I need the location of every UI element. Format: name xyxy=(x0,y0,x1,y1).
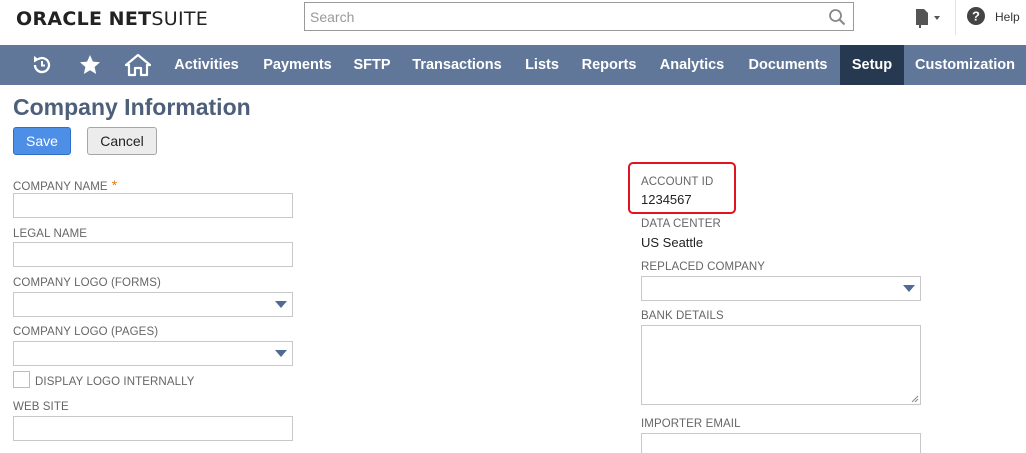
company-logo-forms-label: COMPANY LOGO (FORMS) xyxy=(13,277,161,289)
home-icon[interactable] xyxy=(120,45,156,85)
help-link[interactable]: Help xyxy=(995,10,1020,24)
create-new-icon[interactable] xyxy=(913,6,943,30)
recent-records-icon[interactable] xyxy=(24,45,60,85)
search-icon[interactable] xyxy=(828,8,846,26)
global-search-box[interactable] xyxy=(304,2,854,31)
svg-text:?: ? xyxy=(972,9,980,24)
resize-handle-icon[interactable] xyxy=(911,395,919,403)
web-site-label: WEB SITE xyxy=(13,401,69,413)
dropdown-caret-icon[interactable] xyxy=(275,301,287,308)
top-header: ORACLE NETSUITE ? Help xyxy=(0,0,1026,45)
main-navbar: Activities Payments SFTP Transactions Li… xyxy=(0,45,1026,85)
company-name-label: COMPANY NAME * xyxy=(13,177,118,193)
favorites-star-icon[interactable] xyxy=(72,45,108,85)
display-logo-internally-checkbox[interactable] xyxy=(13,371,30,388)
data-center-value: US Seattle xyxy=(641,235,704,250)
dropdown-caret-icon[interactable] xyxy=(275,350,287,357)
nav-payments[interactable]: Payments xyxy=(251,45,344,85)
help-icon[interactable]: ? xyxy=(967,7,985,25)
legal-name-label: LEGAL NAME xyxy=(13,228,88,240)
nav-lists[interactable]: Lists xyxy=(514,45,570,85)
company-logo-pages-select[interactable] xyxy=(13,341,293,366)
nav-customization[interactable]: Customization xyxy=(904,45,1026,85)
web-site-field[interactable] xyxy=(13,416,293,441)
bank-details-textarea[interactable] xyxy=(641,325,921,405)
company-logo-pages-label: COMPANY LOGO (PAGES) xyxy=(13,326,159,338)
account-id-highlight-box xyxy=(628,162,736,214)
netsuite-logo[interactable]: ORACLE NETSUITE xyxy=(16,8,208,30)
header-divider xyxy=(955,0,956,35)
data-center-label: DATA CENTER xyxy=(641,218,721,230)
nav-reports[interactable]: Reports xyxy=(570,45,648,85)
logo-suite-text: SUITE xyxy=(151,8,209,30)
cancel-button[interactable]: Cancel xyxy=(87,127,157,155)
nav-analytics[interactable]: Analytics xyxy=(648,45,736,85)
bank-details-label: BANK DETAILS xyxy=(641,310,724,322)
nav-setup[interactable]: Setup xyxy=(840,45,904,85)
nav-sftp[interactable]: SFTP xyxy=(344,45,400,85)
legal-name-field[interactable] xyxy=(13,242,293,267)
importer-email-label: IMPORTER EMAIL xyxy=(641,418,741,430)
logo-oracle-text: ORACLE xyxy=(16,8,103,30)
logo-net-text: NET xyxy=(108,8,152,30)
company-name-field[interactable] xyxy=(13,193,293,218)
company-logo-forms-select[interactable] xyxy=(13,292,293,317)
importer-email-field[interactable] xyxy=(641,433,921,453)
replaced-company-label: REPLACED COMPANY xyxy=(641,261,766,273)
display-logo-internally-label: DISPLAY LOGO INTERNALLY xyxy=(35,376,195,388)
page-title: Company Information xyxy=(13,94,251,120)
nav-documents[interactable]: Documents xyxy=(736,45,840,85)
nav-activities[interactable]: Activities xyxy=(162,45,251,85)
search-input[interactable] xyxy=(305,3,825,30)
required-marker: * xyxy=(111,177,118,193)
dropdown-caret-icon[interactable] xyxy=(903,285,915,292)
nav-transactions[interactable]: Transactions xyxy=(400,45,514,85)
replaced-company-select[interactable] xyxy=(641,276,921,301)
save-button[interactable]: Save xyxy=(13,127,71,155)
